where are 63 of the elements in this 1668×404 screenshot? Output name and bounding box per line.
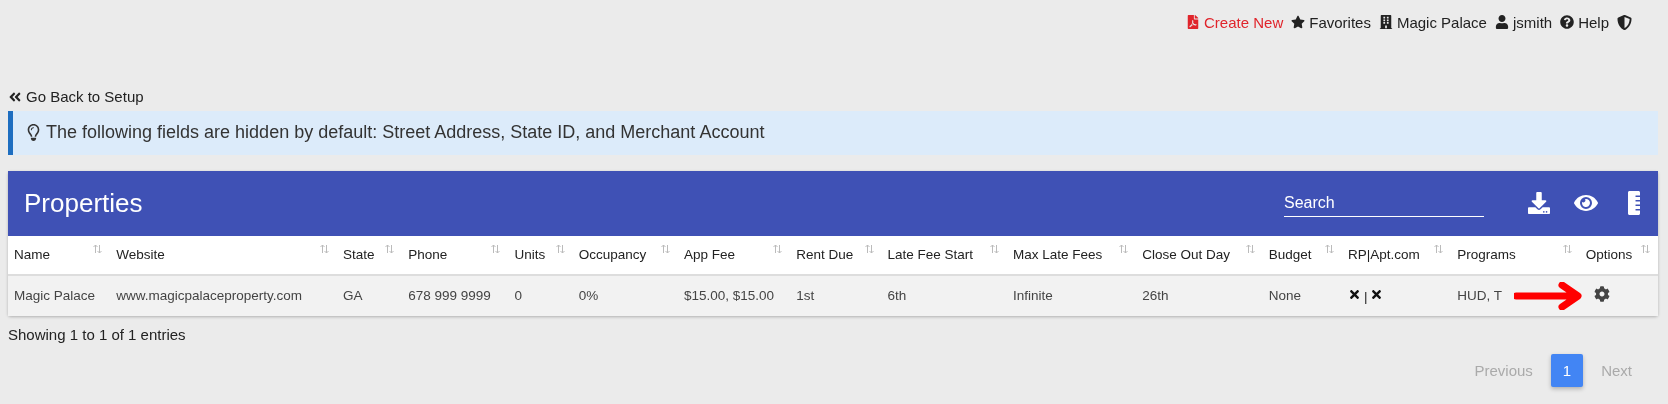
sort-icon[interactable]: [1324, 243, 1334, 254]
column-header[interactable]: Website: [110, 235, 337, 275]
nav-link[interactable]: jsmith: [1494, 13, 1553, 31]
column-header[interactable]: Occupancy: [572, 235, 678, 275]
lightbulb-icon: [25, 124, 42, 141]
column-header[interactable]: Budget: [1262, 235, 1342, 275]
table-cell: GA: [336, 274, 403, 316]
alert-text: The following fields are hidden by default: Street Address, State ID, and Merchant Account: [46, 122, 765, 143]
shield-icon[interactable]: [1617, 14, 1632, 30]
table-cell: $15.00, $15.00: [677, 274, 791, 316]
column-header[interactable]: Phone: [402, 235, 509, 275]
building-icon: [1378, 15, 1393, 29]
sort-icon[interactable]: [1119, 243, 1129, 254]
download-icon[interactable]: [1528, 192, 1550, 214]
sort-icon[interactable]: [93, 243, 103, 254]
sort-icon[interactable]: [773, 243, 783, 254]
table-cell: 0: [508, 274, 573, 316]
search-field[interactable]: Search: [1284, 189, 1484, 217]
sort-icon[interactable]: [555, 243, 565, 254]
sort-icon[interactable]: [864, 243, 874, 254]
column-header[interactable]: Late Fee Start: [881, 235, 1007, 275]
sort-icon[interactable]: [1562, 243, 1572, 254]
table-cell: None: [1262, 274, 1342, 316]
nav-link[interactable]: Favorites: [1291, 13, 1371, 31]
table-cell: 6th: [881, 274, 1007, 316]
column-header[interactable]: Close Out Day: [1136, 235, 1263, 275]
panel-title: Properties: [24, 187, 144, 219]
sort-icon[interactable]: [385, 243, 395, 254]
entries-info: Showing 1 to 1 of 1 entries: [8, 325, 186, 343]
nav-link[interactable]: Create New: [1186, 13, 1284, 31]
table-cell: www.magicpalaceproperty.com: [110, 274, 337, 316]
table-cell: 0%: [572, 274, 678, 316]
table-cell: 1st: [790, 274, 882, 316]
column-header[interactable]: State: [336, 235, 403, 275]
column-header[interactable]: Name: [8, 235, 111, 275]
sort-icon[interactable]: [1641, 243, 1650, 254]
sort-icon[interactable]: [1245, 243, 1255, 254]
column-header[interactable]: RP|Apt.com: [1341, 235, 1452, 275]
sort-icon[interactable]: [660, 243, 670, 254]
column-header[interactable]: Rent Due: [790, 235, 882, 275]
table-cell: 678 999 9999: [402, 274, 509, 316]
file-icon: [1186, 15, 1201, 29]
column-header[interactable]: Programs: [1451, 235, 1580, 275]
nav-link[interactable]: Help: [1560, 13, 1609, 31]
separator-text: |: [1363, 288, 1368, 304]
sort-icon[interactable]: [491, 243, 501, 254]
nav-link[interactable]: Magic Palace: [1378, 13, 1487, 31]
column-header[interactable]: Max Late Fees: [1006, 235, 1137, 275]
column-header[interactable]: App Fee: [677, 235, 791, 275]
sort-icon[interactable]: [319, 243, 329, 254]
star-icon: [1291, 15, 1306, 29]
table-cell: Infinite: [1006, 274, 1137, 316]
table-cell: 26th: [1136, 274, 1263, 316]
sort-icon[interactable]: [989, 243, 999, 254]
back-link[interactable]: Go Back to Setup: [8, 88, 144, 105]
settings-icon[interactable]: [1593, 286, 1610, 302]
column-header[interactable]: Units: [508, 235, 573, 275]
help-icon: [1560, 15, 1575, 29]
column-header[interactable]: Options: [1579, 235, 1658, 275]
user-icon: [1494, 15, 1509, 29]
sort-icon[interactable]: [1434, 243, 1444, 254]
table-cell: Magic Palace: [8, 274, 111, 316]
pagination-button[interactable]: 1: [1550, 353, 1584, 387]
